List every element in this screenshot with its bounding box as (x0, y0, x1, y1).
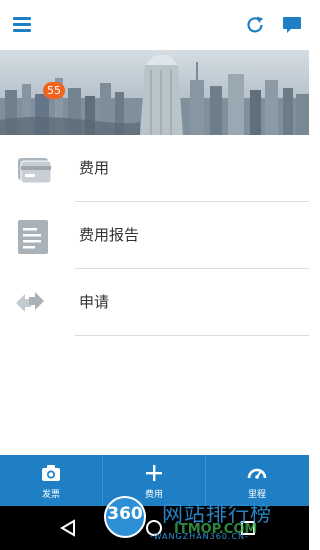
list-item-label: 费用报告 (79, 226, 140, 244)
top-bar (0, 0, 309, 50)
plus-icon (145, 464, 163, 486)
list-item-expense[interactable]: 费用 (0, 135, 309, 202)
chat-bubble-icon[interactable] (281, 14, 303, 36)
refresh-icon[interactable] (244, 14, 266, 36)
request-arrows-icon (16, 291, 46, 319)
action-label: 发票 (41, 490, 60, 500)
watermark: 360 ITMOP.COM 网站排行榜 -WANGZHAN360.CN- (104, 494, 309, 550)
divider (75, 335, 309, 336)
report-document-icon (16, 218, 50, 260)
list-item-label: 申请 (79, 293, 110, 311)
watermark-logo-text: 360 (107, 504, 143, 524)
watermark-site: -WANGZHAN360.CN- (150, 532, 249, 541)
hamburger-menu-icon[interactable] (13, 15, 33, 35)
watermark-title: 网站排行榜 (162, 502, 272, 526)
credit-card-icon (16, 155, 52, 189)
list-item-label: 费用 (79, 159, 110, 177)
app-screen: 费用 费用报告 申请 55 发票 费用 里程 360 ITMOP.COM 网站排… (0, 0, 309, 550)
notification-badge: 55 (43, 82, 65, 99)
camera-icon (41, 464, 61, 486)
list-item-expense-report[interactable]: 费用报告 (0, 202, 309, 269)
back-triangle-icon[interactable] (60, 519, 76, 541)
list-item-request[interactable]: 申请 (0, 269, 309, 336)
action-invoice-button[interactable]: 发票 (0, 455, 102, 506)
speedometer-icon (247, 464, 267, 486)
